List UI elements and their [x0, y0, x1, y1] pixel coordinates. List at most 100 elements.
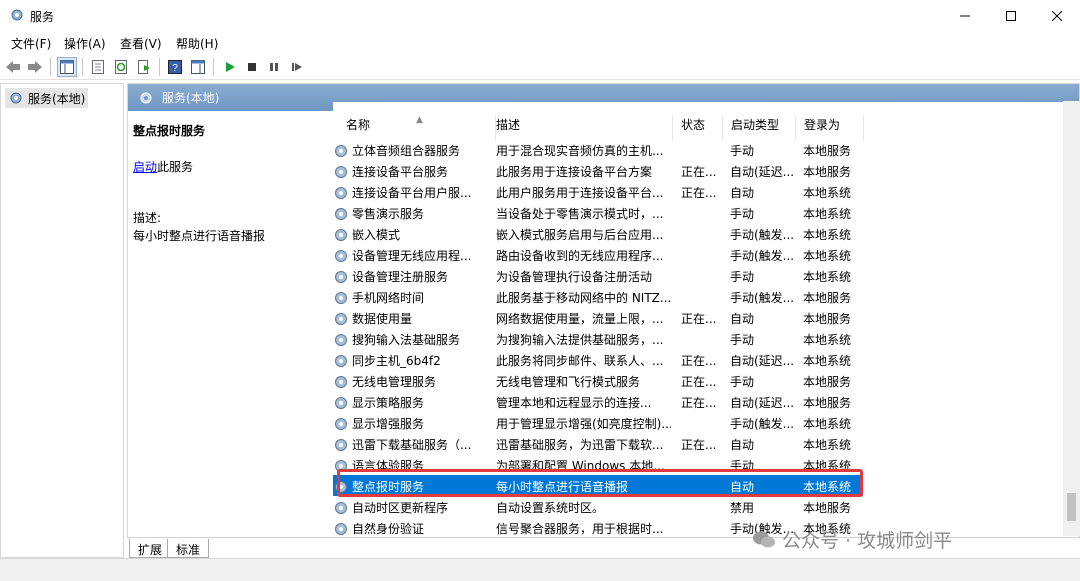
column-header-startup-type[interactable]: 启动类型 [723, 116, 796, 140]
help-icon[interactable]: ? [165, 57, 185, 77]
table-row[interactable]: 自动时区更新程序 自动设置系统时区。 禁用 本地服务 [333, 496, 863, 517]
service-status: 正在... [681, 312, 717, 326]
table-row[interactable]: 连接设备平台用户服... 此用户服务用于连接设备平台... 正在... 自动 本地系统 [333, 181, 863, 202]
refresh-icon[interactable] [111, 57, 131, 77]
service-name: 自然身份验证 [333, 520, 483, 537]
column-label: 登录为 [804, 118, 841, 132]
service-gear-icon [335, 186, 347, 199]
service-name: 显示策略服务 [333, 394, 483, 411]
menu-view[interactable]: 查看(V) [120, 35, 162, 52]
service-startup-type: 手动 [730, 375, 755, 389]
service-gear-icon [335, 417, 347, 430]
service-startup-type: 手动 [730, 207, 755, 221]
table-row[interactable]: 设备管理注册服务 为设备管理执行设备注册活动 手动 本地系统 [333, 265, 863, 286]
service-gear-icon [335, 312, 347, 325]
service-description: 嵌入模式服务启用与后台应用... [496, 228, 664, 242]
service-status: 正在... [681, 186, 717, 200]
toolbar: ? [0, 54, 1080, 80]
resume-service-icon[interactable] [287, 57, 307, 77]
table-row[interactable]: 嵌入模式 嵌入模式服务启用与后台应用... 手动(触发... 本地系统 [333, 223, 863, 244]
service-gear-icon [335, 291, 347, 304]
back-icon[interactable] [3, 57, 23, 77]
service-startup-type: 自动 [730, 438, 755, 452]
service-name-text: 数据使用量 [352, 312, 413, 326]
table-row[interactable]: 连接设备平台服务 此服务用于连接设备平台方案 正在... 自动(延迟... 本地服务 [333, 160, 863, 181]
service-name: 设备管理无线应用程... [333, 247, 483, 264]
forward-icon[interactable] [25, 57, 45, 77]
service-description: 路由设备收到的无线应用程序... [496, 249, 664, 263]
service-name-text: 零售演示服务 [352, 207, 425, 221]
service-startup-type: 手动 [730, 270, 755, 284]
panel-header-title: 服务(本地) [162, 91, 220, 105]
minimize-button[interactable] [942, 0, 988, 31]
service-name: 自动时区更新程序 [333, 499, 483, 516]
service-gear-icon [335, 438, 347, 451]
tab-extended[interactable]: 扩展 [129, 539, 172, 558]
service-description: 网络数据使用量，流量上限，... [496, 312, 664, 326]
service-description: 为搜狗输入法提供基础服务，... [496, 333, 664, 347]
show-action-pane-icon[interactable] [188, 57, 208, 77]
service-description: 用于管理显示增强(如亮度控制)... [496, 417, 671, 431]
service-description: 此服务基于移动网络中的 NITZ... [496, 291, 671, 305]
service-startup-type: 手动(触发... [730, 417, 795, 431]
tab-standard[interactable]: 标准 [167, 539, 210, 558]
menu-file[interactable]: 文件(F) [11, 35, 51, 52]
column-header-name[interactable]: ▲ 名称 [338, 115, 496, 140]
pause-service-icon[interactable] [264, 57, 284, 77]
start-service-icon[interactable] [220, 57, 240, 77]
service-status: 正在... [681, 396, 717, 410]
service-name: 设备管理注册服务 [333, 268, 483, 285]
start-link[interactable]: 启动 [133, 160, 157, 174]
scrollbar-thumb[interactable] [1067, 493, 1076, 521]
service-name-text: 同步主机_6b4f2 [352, 354, 441, 368]
table-row[interactable]: 设备管理无线应用程... 路由设备收到的无线应用程序... 手动(触发... 本地系统 [333, 244, 863, 265]
column-header-status[interactable]: 状态 [673, 116, 723, 140]
menu-bar: 文件(F) 操作(A) 查看(V) 帮助(H) [0, 31, 1080, 54]
table-row[interactable]: 同步主机_6b4f2 此服务将同步邮件、联系人、... 正在... 自动(延迟... 本… [333, 349, 863, 370]
service-gear-icon [335, 333, 347, 346]
menu-action[interactable]: 操作(A) [64, 35, 106, 52]
column-header-description[interactable]: 描述 [488, 116, 673, 140]
maximize-button[interactable] [988, 0, 1034, 31]
service-name-text: 显示增强服务 [352, 417, 425, 431]
service-name: 同步主机_6b4f2 [333, 352, 483, 369]
table-row[interactable]: 手机网络时间 此服务基于移动网络中的 NITZ... 手动(触发... 本地服务 [333, 286, 863, 307]
service-startup-type: 手动(触发... [730, 291, 795, 305]
table-row[interactable]: 零售演示服务 当设备处于零售演示模式时，... 手动 本地系统 [333, 202, 863, 223]
close-button[interactable] [1034, 0, 1080, 31]
table-row[interactable]: 无线电管理服务 无线电管理和飞行模式服务 正在... 手动 本地服务 [333, 370, 863, 391]
table-row[interactable]: 搜狗输入法基础服务 为搜狗输入法提供基础服务，... 手动 本地系统 [333, 328, 863, 349]
service-status: 正在... [681, 438, 717, 452]
table-row[interactable]: 数据使用量 网络数据使用量，流量上限，... 正在... 自动 本地服务 [333, 307, 863, 328]
column-header-logon[interactable]: 登录为 [796, 116, 864, 140]
start-service-action: 启动此服务 [133, 158, 193, 175]
service-startup-type: 禁用 [730, 501, 755, 515]
vertical-scrollbar[interactable] [1063, 101, 1080, 536]
service-name-text: 自然身份验证 [352, 522, 425, 536]
service-description: 迅雷基础服务，为迅雷下载软... [496, 438, 664, 452]
service-name-text: 嵌入模式 [352, 228, 401, 242]
svg-text:?: ? [172, 63, 178, 74]
service-logon-as: 本地服务 [803, 291, 852, 305]
service-name: 搜狗输入法基础服务 [333, 331, 483, 348]
table-row[interactable]: 迅雷下载基础服务（... 迅雷基础服务，为迅雷下载软... 正在... 自动 本地系统 [333, 433, 863, 454]
list-header: ▲ 名称 描述 状态 启动类型 登录为 [333, 112, 1079, 140]
service-name: 零售演示服务 [333, 205, 483, 222]
menu-help[interactable]: 帮助(H) [176, 35, 218, 52]
service-name: 迅雷下载基础服务（... [333, 436, 483, 453]
table-row[interactable]: 立体音频组合器服务 用于混合现实音频仿真的主机... 手动 本地服务 [333, 139, 863, 160]
export-list-icon[interactable] [134, 57, 154, 77]
properties-icon[interactable] [88, 57, 108, 77]
service-logon-as: 本地系统 [803, 186, 852, 200]
service-status: 正在... [681, 375, 717, 389]
show-console-tree-icon[interactable] [57, 57, 77, 77]
service-description: 用于混合现实音频仿真的主机... [496, 144, 664, 158]
table-row[interactable]: 显示增强服务 用于管理显示增强(如亮度控制)... 手动(触发... 本地系统 [333, 412, 863, 433]
start-suffix: 此服务 [157, 160, 194, 174]
detail-pane: 整点报时服务 启动此服务 描述: 每小时整点进行语音播报 [128, 111, 333, 539]
service-gear-icon [335, 354, 347, 367]
service-name-text: 无线电管理服务 [352, 375, 437, 389]
tree-item-services-local[interactable]: 服务(本地) [5, 88, 89, 108]
stop-service-icon[interactable] [242, 57, 262, 77]
table-row[interactable]: 显示策略服务 管理本地和远程显示的连接... 正在... 自动(延迟... 本地服务 [333, 391, 863, 412]
